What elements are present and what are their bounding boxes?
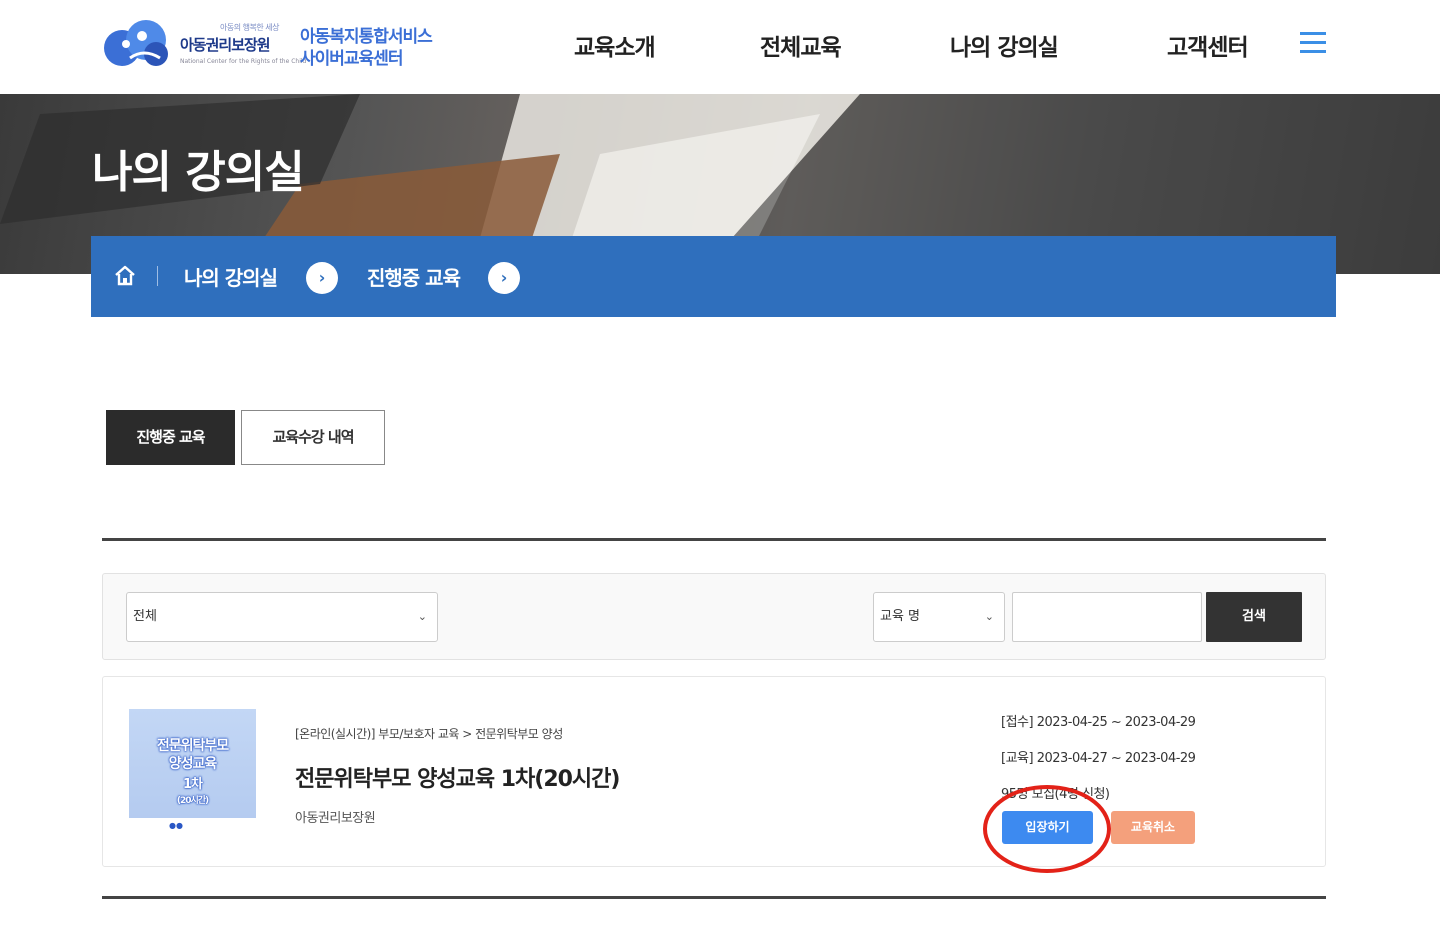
- quota-info: 95명 모집(4명 신청): [1001, 787, 1110, 802]
- home-icon[interactable]: [113, 264, 137, 288]
- category-select[interactable]: 전체 ⌄: [126, 592, 438, 642]
- thumbnail-text: (20시간): [176, 796, 209, 806]
- logo-tagline: 아동의 행복한 세상: [220, 23, 279, 32]
- logo-english-name: National Center for the Rights of the Ch…: [180, 58, 307, 65]
- chevron-right-icon[interactable]: ›: [306, 262, 338, 294]
- breadcrumb: 나의 강의실 › 진행중 교육 ›: [91, 236, 1336, 317]
- enter-button[interactable]: 입장하기: [1002, 811, 1093, 844]
- chevron-right-icon[interactable]: ›: [488, 262, 520, 294]
- cancel-education-button[interactable]: 교육취소: [1111, 811, 1195, 844]
- breadcrumb-divider: [157, 266, 158, 286]
- course-provider: 아동권리보장원: [295, 811, 376, 826]
- site-logo[interactable]: 아동의 행복한 세상 아동권리보장원 National Center for t…: [100, 18, 450, 74]
- education-period: [교육] 2023-04-27 ~ 2023-04-29: [1001, 751, 1196, 766]
- tab-education-history[interactable]: 교육수강 내역: [241, 410, 385, 465]
- thumbnail-text: 양성교육: [168, 756, 218, 772]
- page-title: 나의 강의실: [92, 147, 305, 198]
- search-field-select[interactable]: 교육 명 ⌄: [873, 592, 1005, 642]
- logo-service-subname: 사이버교육센터: [300, 49, 403, 69]
- search-input[interactable]: [1012, 592, 1202, 642]
- search-field-select-value: 교육 명: [880, 609, 921, 624]
- site-header: 아동의 행복한 세상 아동권리보장원 National Center for t…: [0, 0, 1440, 94]
- search-panel: 전체 ⌄ 교육 명 ⌄ 검색: [102, 573, 1326, 660]
- breadcrumb-ongoing-education[interactable]: 진행중 교육: [367, 262, 461, 291]
- category-select-value: 전체: [133, 609, 157, 624]
- tab-ongoing-education[interactable]: 진행중 교육: [106, 410, 235, 465]
- section-divider: [102, 538, 1326, 541]
- section-divider: [102, 896, 1326, 899]
- search-button[interactable]: 검색: [1206, 592, 1302, 642]
- thumbnail-text: 전문위탁부모: [156, 738, 229, 754]
- logo-org-name: 아동권리보장원: [180, 36, 271, 54]
- nav-customer-center[interactable]: 고객센터: [1167, 28, 1249, 62]
- thumbnail-text: 1차: [182, 777, 203, 792]
- nav-all-education[interactable]: 전체교육: [760, 28, 842, 62]
- nav-education-intro[interactable]: 교육소개: [574, 28, 656, 62]
- apply-period: [접수] 2023-04-25 ~ 2023-04-29: [1001, 715, 1196, 730]
- course-thumbnail[interactable]: 전문위탁부모 양성교육 1차 (20시간) ●●: [129, 709, 256, 836]
- course-title[interactable]: 전문위탁부모 양성교육 1차(20시간): [295, 761, 620, 793]
- chevron-down-icon: ⌄: [417, 610, 427, 623]
- breadcrumb-my-classroom[interactable]: 나의 강의실: [184, 262, 278, 291]
- course-category: [온라인(실시간)] 부모/보호자 교육 > 전문위탁부모 양성: [295, 727, 563, 741]
- course-card: 전문위탁부모 양성교육 1차 (20시간) ●● [온라인(실시간)] 부모/보…: [102, 676, 1326, 867]
- nav-my-classroom[interactable]: 나의 강의실: [950, 28, 1059, 62]
- chevron-down-icon: ⌄: [984, 610, 994, 623]
- thumbnail-logo: ●●: [129, 818, 256, 836]
- logo-mark-icon: [104, 20, 168, 66]
- thumbnail-logo-icon: ●●: [169, 821, 183, 830]
- menu-icon[interactable]: [1300, 30, 1326, 56]
